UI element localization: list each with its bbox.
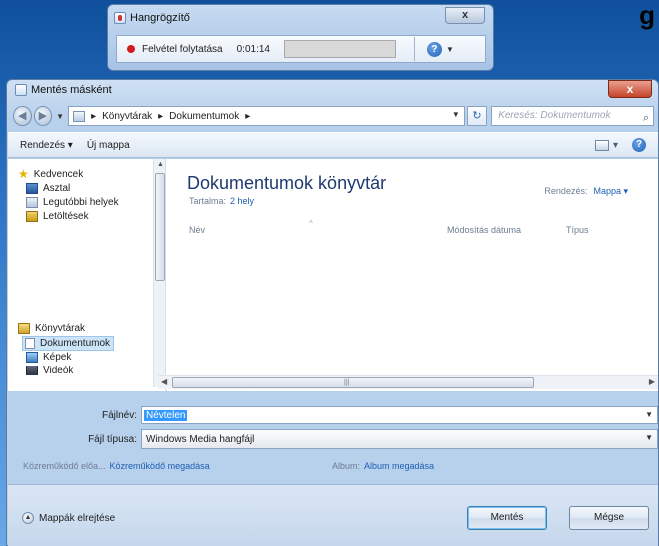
nav-item-recent-places[interactable]: Legutóbbi helyek <box>26 197 119 208</box>
nav-item-desktop[interactable]: Asztal <box>26 183 70 194</box>
scroll-up-icon[interactable]: ▲ <box>157 161 164 168</box>
save-button[interactable]: Mentés <box>467 506 547 530</box>
recorder-title: Hangrögzítő <box>130 12 190 24</box>
filetype-label: Fájl típusa: <box>88 433 137 445</box>
recent-places-icon <box>26 197 38 208</box>
filetype-dropdown-icon[interactable]: ▼ <box>645 433 653 442</box>
elapsed-time: 0:01:14 <box>236 43 270 55</box>
address-dropdown-icon[interactable]: ▼ <box>452 110 460 119</box>
new-folder-button[interactable]: Új mappa <box>87 140 130 151</box>
search-icon: ⌕ <box>642 112 649 124</box>
help-icon: ? <box>426 41 442 57</box>
dialog-app-icon <box>15 84 27 96</box>
filename-label: Fájlnév: <box>101 409 137 421</box>
scroll-right-icon[interactable]: ▶ <box>649 377 655 386</box>
sound-recorder-window: Hangrögzítő x Felvétel folytatása 0:01:1… <box>107 4 494 71</box>
nav-scrollbar[interactable]: ▲ ▼ <box>153 159 165 387</box>
column-date-modified[interactable]: Módosítás dátuma <box>447 225 521 235</box>
pictures-icon <box>26 352 38 363</box>
includes-locations-link[interactable]: 2 hely <box>230 196 254 206</box>
horizontal-scrollbar[interactable]: ◀ ||| ▶ <box>158 375 658 389</box>
cancel-button[interactable]: Mégse <box>569 506 649 530</box>
dialog-titlebar: Mentés másként <box>15 84 112 96</box>
library-includes: Tartalma: 2 hely <box>189 196 255 206</box>
album-field: Album: Album megadása <box>332 461 435 471</box>
dialog-footer: ▲ Mappák elrejtése Mentés Mégse <box>8 484 658 546</box>
arrange-by: Rendezés: Mappa ▾ <box>544 186 628 197</box>
arrange-by-dropdown[interactable]: Mappa ▾ <box>593 186 628 197</box>
save-as-dialog: Mentés másként x ◀ ▶ ▼ ▸ Könyvtárak ▸ Do… <box>6 79 659 546</box>
chevron-down-icon: ▼ <box>445 44 454 54</box>
filetype-select[interactable]: Windows Media hangfájl ▼ <box>141 429 658 449</box>
scroll-left-icon[interactable]: ◀ <box>161 377 167 386</box>
recent-pages-chevron-icon[interactable]: ▼ <box>56 112 64 121</box>
column-name[interactable]: Név <box>189 225 205 235</box>
filename-row: Fájlnév: Névtelen ▼ <box>7 406 658 424</box>
nav-favorites[interactable]: ★ Kedvencek <box>18 167 83 181</box>
breadcrumb-documents[interactable]: Dokumentumok <box>169 111 239 122</box>
refresh-button[interactable]: ↻ <box>466 106 488 126</box>
document-icon <box>25 338 35 349</box>
command-bar: Rendezés ▾ Új mappa ▾ ? <box>8 132 658 158</box>
file-list-pane[interactable]: Dokumentumok könyvtár Tartalma: 2 hely R… <box>167 159 658 391</box>
libraries-icon <box>18 323 30 334</box>
recorder-close-button[interactable]: x <box>445 7 485 24</box>
recorder-app-icon <box>114 12 126 24</box>
breadcrumb-libraries[interactable]: Könyvtárak <box>102 111 152 122</box>
nav-item-pictures[interactable]: Képek <box>26 352 71 363</box>
sort-indicator-icon: ^ <box>309 219 313 228</box>
videos-icon <box>26 366 38 375</box>
resume-recording-button[interactable]: Felvétel folytatása <box>142 44 223 55</box>
search-input[interactable]: Keresés: Dokumentumok ⌕ <box>491 106 654 126</box>
level-meter <box>283 40 396 58</box>
filetype-row: Fájl típusa: Windows Media hangfájl ▼ <box>7 429 658 449</box>
nav-item-documents[interactable]: Dokumentumok <box>22 336 115 351</box>
navigation-pane[interactable]: ★ Kedvencek Asztal Legutóbbi helyek Letö… <box>8 159 166 391</box>
recorder-help-button[interactable]: ? ▼ <box>426 41 454 57</box>
horizontal-scroll-thumb[interactable] <box>172 377 534 388</box>
library-title: Dokumentumok könyvtár <box>187 173 387 193</box>
recorder-titlebar: Hangrögzítő <box>114 10 190 26</box>
help-icon[interactable]: ? <box>632 138 646 152</box>
star-icon: ★ <box>18 167 29 181</box>
nav-item-videos[interactable]: Videók <box>26 366 73 375</box>
add-album-link[interactable]: Album megadása <box>364 461 434 471</box>
hide-folders-button[interactable]: ▲ Mappák elrejtése <box>22 512 115 524</box>
nav-libraries[interactable]: Könyvtárak <box>18 323 85 334</box>
dialog-title: Mentés másként <box>31 84 112 96</box>
recorder-controls: Felvétel folytatása 0:01:14 ? ▼ <box>116 35 486 63</box>
record-dot-icon <box>127 45 135 53</box>
desktop-partial-text: g <box>639 0 655 30</box>
filename-field[interactable]: Névtelen ▼ <box>141 406 658 424</box>
back-button[interactable]: ◀ <box>13 106 32 126</box>
separator <box>413 37 415 61</box>
contributing-artist-field: Közreműködő előa... Közreműködő megadása <box>23 461 210 471</box>
downloads-icon <box>26 211 38 222</box>
address-row: ◀ ▶ ▼ ▸ Könyvtárak ▸ Dokumentumok ▸ ▼ ↻ … <box>13 104 654 128</box>
nav-item-downloads[interactable]: Letöltések <box>26 211 89 222</box>
forward-button[interactable]: ▶ <box>33 106 53 126</box>
scroll-grip-icon: ||| <box>344 379 350 386</box>
filename-value: Névtelen <box>144 409 188 421</box>
desktop-icon <box>26 183 38 194</box>
browser-area: ★ Kedvencek Asztal Legutóbbi helyek Letö… <box>8 159 658 391</box>
view-icon <box>594 139 609 151</box>
library-icon <box>73 110 86 122</box>
view-button[interactable]: ▾ <box>594 139 618 151</box>
nav-scroll-thumb[interactable] <box>155 173 165 281</box>
add-contributing-artist-link[interactable]: Közreműködő megadása <box>110 461 210 471</box>
column-type[interactable]: Típus <box>566 225 589 235</box>
address-bar[interactable]: ▸ Könyvtárak ▸ Dokumentumok ▸ ▼ <box>68 106 465 126</box>
dialog-close-button[interactable]: x <box>608 80 652 98</box>
collapse-icon: ▲ <box>22 512 34 524</box>
filename-dropdown-icon[interactable]: ▼ <box>645 410 653 419</box>
organize-button[interactable]: Rendezés ▾ <box>20 140 73 151</box>
